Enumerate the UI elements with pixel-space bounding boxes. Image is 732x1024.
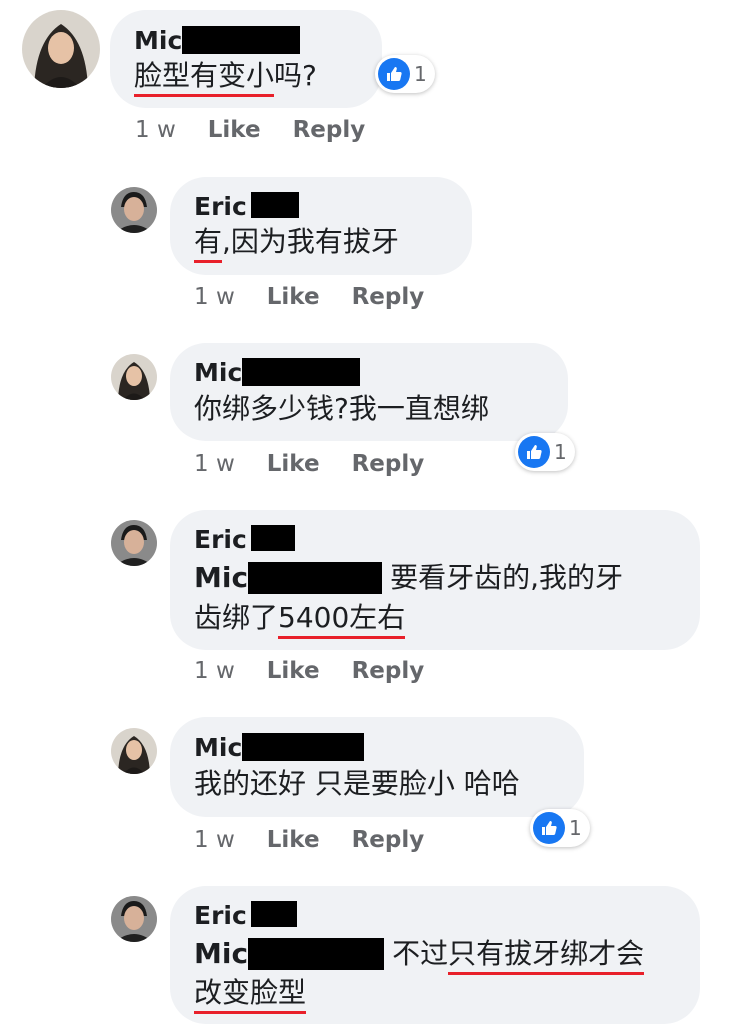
timestamp[interactable]: 1 w [194,284,235,310]
reply-button[interactable]: Reply [352,827,425,853]
avatar-mic[interactable] [22,10,100,88]
avatar-eric[interactable] [111,187,157,233]
timestamp[interactable]: 1 w [194,451,235,477]
reply-button[interactable]: Reply [352,284,425,310]
comment-author[interactable]: Eric [194,901,297,931]
redaction-bar [248,938,385,970]
comment-meta: 1 w Like Reply [194,450,424,478]
like-reaction-icon [518,436,550,468]
like-button[interactable]: Like [267,827,320,853]
like-button[interactable]: Like [208,117,261,143]
comment-meta: 1 w Like Reply [194,657,424,685]
avatar-eric[interactable] [111,520,157,566]
redaction-bar [182,26,301,54]
reaction-count-badge[interactable]: 1 [515,433,575,471]
comment-author[interactable]: Mic [194,358,361,388]
avatar-eric-icon [111,896,157,942]
avatar-mic[interactable] [111,728,157,774]
comment-author[interactable]: Eric [194,525,295,555]
redaction-bar [248,562,383,594]
comment-author[interactable]: Mic [134,26,301,56]
redaction-bar [250,192,299,218]
comment-text: 你绑多少钱?我一直想绑 [194,392,489,425]
comment-text: 脸型有变小吗? [134,58,317,97]
mention-link[interactable]: Mic [194,561,248,594]
redaction-bar [250,901,297,927]
reply-button[interactable]: Reply [352,658,425,684]
redaction-bar [242,358,361,386]
comment-meta: 1 w Like Reply [194,283,424,311]
comment-text-line: 齿绑了5400左右 [194,600,406,639]
avatar-mic-icon [111,728,157,774]
avatar-eric-icon [111,520,157,566]
redaction-bar [250,525,295,551]
comment-author[interactable]: Eric [194,192,299,222]
like-reaction-icon [378,58,410,90]
timestamp[interactable]: 1 w [194,827,235,853]
mention-link[interactable]: Mic [194,937,248,970]
comment-text-line: Mic 不过只有拔牙绑才会 [194,936,645,975]
avatar-mic-icon [22,10,100,88]
like-button[interactable]: Like [267,451,320,477]
comment-author[interactable]: Mic [194,733,365,763]
avatar-mic[interactable] [111,354,157,400]
reaction-count-badge[interactable]: 1 [375,55,435,93]
like-button[interactable]: Like [267,284,320,310]
avatar-eric-icon [111,187,157,233]
avatar-mic-icon [111,354,157,400]
like-reaction-icon [533,812,565,844]
reaction-count-badge[interactable]: 1 [530,809,590,847]
comment-meta: 1 w Like Reply [135,116,365,144]
comment-text-line: 改变脸型 [194,975,307,1014]
comment-text-line: Mic 要看牙齿的,我的牙 [194,561,623,594]
avatar-eric[interactable] [111,896,157,942]
comment-text: 有,因为我有拔牙 [194,224,399,263]
timestamp[interactable]: 1 w [135,117,176,143]
redaction-bar [242,733,365,761]
like-button[interactable]: Like [267,658,320,684]
reply-button[interactable]: Reply [352,451,425,477]
timestamp[interactable]: 1 w [194,658,235,684]
reply-button[interactable]: Reply [293,117,366,143]
comment-text: 我的还好 只是要脸小 哈哈 [194,767,520,800]
comment-meta: 1 w Like Reply [194,826,424,854]
